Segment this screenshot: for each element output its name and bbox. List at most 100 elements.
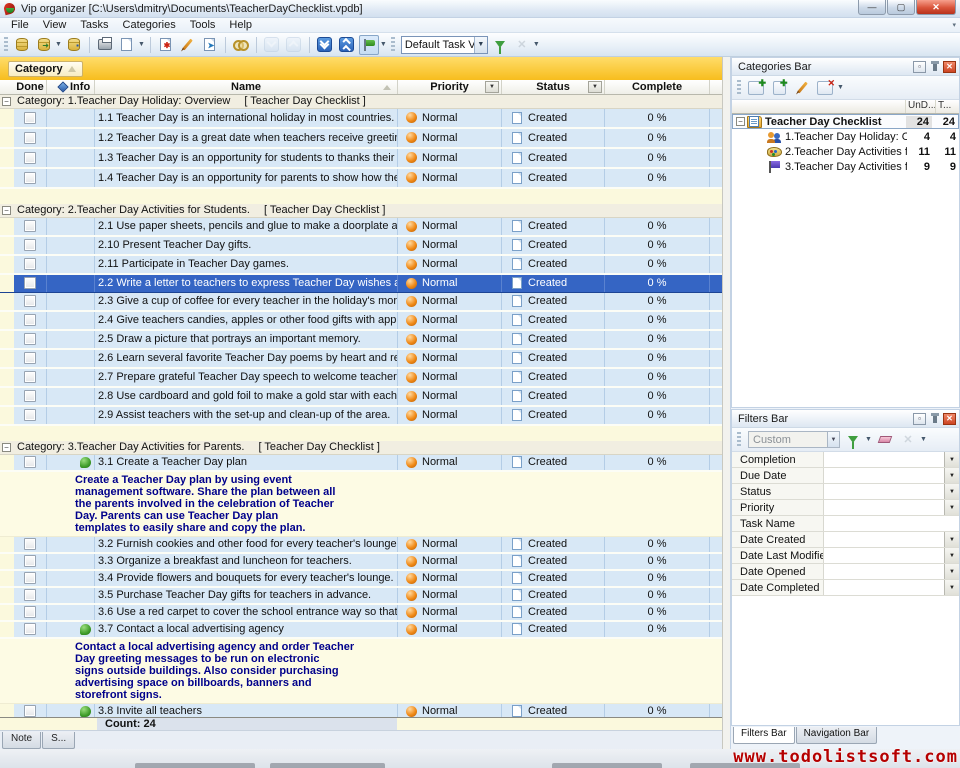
task-row[interactable]: 2.11 Participate in Teacher Day games. N… [0, 256, 722, 275]
filter-dropdown-icon[interactable]: ▼ [944, 484, 959, 499]
panel-close-icon[interactable]: ✕ [943, 61, 956, 73]
done-checkbox[interactable] [24, 132, 36, 144]
task-name[interactable]: 2.8 Use cardboard and gold foil to make … [95, 388, 398, 405]
tree-row-label[interactable]: 3.Teacher Day Activities for P [785, 161, 907, 173]
task-status[interactable]: Created [502, 605, 605, 620]
filter-value[interactable] [824, 484, 944, 499]
task-row[interactable]: 2.3 Give a cup of coffee for every teach… [0, 293, 722, 312]
task-name[interactable]: 2.5 Draw a picture that portrays an impo… [95, 331, 398, 348]
task-row[interactable]: 3.5 Purchase Teacher Day gifts for teach… [0, 588, 722, 605]
new-database-button[interactable] [12, 35, 32, 55]
done-checkbox[interactable] [24, 456, 36, 468]
new-subcategory-button[interactable]: ✚ [769, 78, 789, 98]
task-priority[interactable]: Normal [398, 109, 502, 127]
done-checkbox[interactable] [24, 409, 36, 421]
task-priority[interactable]: Normal [398, 571, 502, 586]
task-row[interactable]: 2.6 Learn several favorite Teacher Day p… [0, 350, 722, 369]
vertical-scrollbar[interactable] [722, 57, 730, 749]
task-status[interactable]: Created [502, 537, 605, 552]
task-priority[interactable]: Normal [398, 554, 502, 569]
column-total[interactable]: T... [935, 100, 959, 113]
task-priority[interactable]: Normal [398, 218, 502, 235]
task-status[interactable]: Created [502, 169, 605, 187]
task-name[interactable]: 3.2 Furnish cookies and other food for e… [95, 537, 398, 552]
task-row[interactable]: 2.1 Use paper sheets, pencils and glue t… [0, 218, 722, 237]
tree-collapse-icon[interactable]: − [736, 117, 745, 126]
task-priority[interactable]: Normal [398, 350, 502, 367]
task-name[interactable]: 2.1 Use paper sheets, pencils and glue t… [95, 218, 398, 235]
done-checkbox[interactable] [24, 277, 36, 289]
task-row[interactable]: 2.9 Assist teachers with the set-up and … [0, 407, 722, 426]
done-checkbox[interactable] [24, 371, 36, 383]
done-checkbox[interactable] [24, 239, 36, 251]
task-row[interactable]: 2.2 Write a letter to teachers to expres… [0, 275, 722, 293]
done-checkbox[interactable] [24, 589, 36, 601]
done-checkbox[interactable] [24, 538, 36, 550]
category-tree-row[interactable]: 3.Teacher Day Activities for P 9 9 [732, 159, 959, 174]
group-by-category-button[interactable]: Category [8, 61, 83, 77]
save-database-button[interactable]: ▪ [64, 35, 84, 55]
tab-note[interactable]: Note [2, 732, 41, 749]
task-status[interactable]: Created [502, 571, 605, 586]
task-name[interactable]: 3.7 Contact a local advertising agency [95, 622, 398, 637]
column-status[interactable]: Status▼ [502, 80, 605, 94]
task-row[interactable]: 3.1 Create a Teacher Day plan Normal Cre… [0, 455, 722, 472]
task-row[interactable]: 2.7 Prepare grateful Teacher Day speech … [0, 369, 722, 388]
task-status[interactable]: Created [502, 704, 605, 717]
maximize-button[interactable]: ▢ [887, 0, 915, 15]
task-status[interactable]: Created [502, 407, 605, 424]
task-status[interactable]: Created [502, 218, 605, 235]
done-checkbox[interactable] [24, 258, 36, 270]
filters-toolbar-overflow-icon[interactable]: ▼ [920, 436, 927, 443]
done-checkbox[interactable] [24, 172, 36, 184]
filter-value[interactable] [824, 516, 944, 531]
task-status[interactable]: Created [502, 312, 605, 329]
task-name[interactable]: 2.11 Participate in Teacher Day games. [95, 256, 398, 273]
filter-value[interactable] [824, 548, 944, 563]
apply-filter-button[interactable] [843, 430, 863, 450]
task-row[interactable]: 2.8 Use cardboard and gold foil to make … [0, 388, 722, 407]
task-status[interactable]: Created [502, 237, 605, 254]
filter-value[interactable] [824, 532, 944, 547]
panel-float-icon[interactable]: ▫ [913, 61, 926, 73]
done-checkbox[interactable] [24, 623, 36, 635]
print-button[interactable] [95, 35, 115, 55]
column-complete[interactable]: Complete [605, 80, 710, 94]
task-row[interactable]: 3.8 Invite all teachers Normal Created 0… [0, 704, 722, 717]
notes-dropdown-icon[interactable]: ▼ [380, 41, 387, 48]
filter-preset-combobox[interactable]: Custom ▼ [748, 431, 840, 448]
task-status[interactable]: Created [502, 293, 605, 310]
close-button[interactable]: ✕ [916, 0, 956, 15]
task-status[interactable]: Created [502, 350, 605, 367]
task-priority[interactable]: Normal [398, 388, 502, 405]
done-checkbox[interactable] [24, 314, 36, 326]
task-name[interactable]: 3.5 Purchase Teacher Day gifts for teach… [95, 588, 398, 603]
delete-task-button[interactable]: ➤ [200, 35, 220, 55]
categories-toolbar-overflow-icon[interactable]: ▼ [837, 84, 844, 91]
menu-overflow-icon[interactable]: ▾ [952, 21, 956, 29]
menu-file[interactable]: File [4, 19, 36, 31]
task-row[interactable]: 2.5 Draw a picture that portrays an impo… [0, 331, 722, 350]
task-view-dropdown-icon[interactable]: ▼ [474, 37, 487, 53]
task-row[interactable]: 1.2 Teacher Day is a great date when tea… [0, 129, 722, 149]
task-name[interactable]: 3.3 Organize a breakfast and luncheon fo… [95, 554, 398, 569]
task-row[interactable]: 3.3 Organize a breakfast and luncheon fo… [0, 554, 722, 571]
priority-filter-icon[interactable]: ▼ [485, 81, 499, 93]
edit-category-button[interactable] [792, 78, 812, 98]
task-status[interactable]: Created [502, 369, 605, 386]
task-row[interactable]: 1.3 Teacher Day is an opportunity for st… [0, 149, 722, 169]
task-status[interactable]: Created [502, 331, 605, 348]
category-group-header[interactable]: − Category: 1.Teacher Day Holiday: Overv… [0, 95, 722, 109]
filters-float-icon[interactable]: ▫ [913, 413, 926, 425]
task-row[interactable]: 2.10 Present Teacher Day gifts. Normal C… [0, 237, 722, 256]
filter-dropdown-icon[interactable]: ▼ [944, 564, 959, 579]
done-checkbox[interactable] [24, 705, 36, 717]
expand-all-button[interactable] [315, 35, 335, 55]
task-priority[interactable]: Normal [398, 169, 502, 187]
column-name[interactable]: Name [95, 80, 398, 94]
panel-pin-icon[interactable] [928, 61, 941, 73]
task-view-combobox[interactable]: Default Task V ▼ [401, 36, 488, 54]
filter-value[interactable] [824, 564, 944, 579]
edit-task-button[interactable] [178, 35, 198, 55]
delete-category-button[interactable]: ✕ [815, 78, 835, 98]
